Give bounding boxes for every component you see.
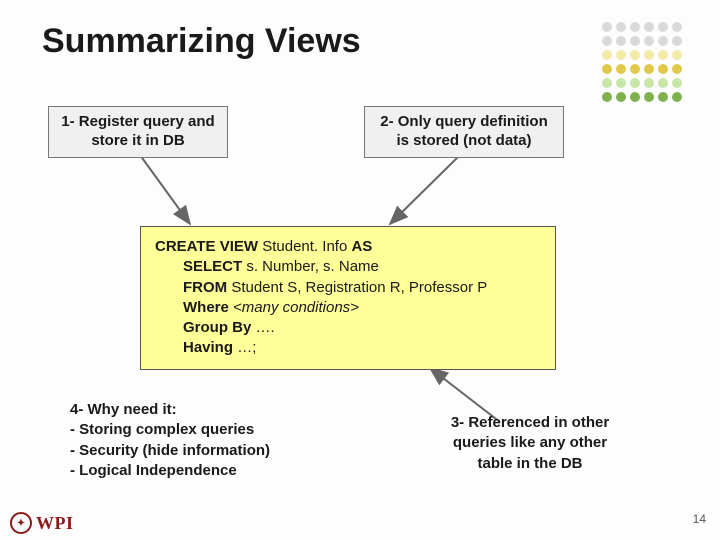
sql-keyword: AS (351, 238, 372, 255)
callout-4-line2: - Storing complex queries (70, 420, 270, 440)
callout-2: 2- Only query definition is stored (not … (364, 106, 564, 158)
callout-3: 3- Referenced in other queries like any … (430, 413, 630, 474)
sql-keyword: FROM (183, 279, 231, 296)
callout-2-line1: 2- Only query definition (375, 113, 553, 132)
wpi-seal-icon: ✦ (10, 512, 32, 534)
callout-4: 4- Why need it: - Storing complex querie… (70, 400, 270, 481)
slide-title: Summarizing Views (42, 22, 361, 61)
sql-text: …. (256, 319, 275, 336)
decorative-dot-grid (602, 22, 684, 104)
sql-text: s. Number, s. Name (246, 258, 379, 275)
sql-block: CREATE VIEW Student. Info AS SELECT s. N… (140, 226, 556, 370)
callout-3-line1: 3- Referenced in other (430, 413, 630, 433)
sql-keyword: CREATE VIEW (155, 238, 262, 255)
callout-1-line1: 1- Register query and (59, 113, 217, 132)
callout-1: 1- Register query and store it in DB (48, 106, 228, 158)
sql-text: <many conditions> (233, 299, 359, 316)
wpi-logo-text: WPI (36, 513, 74, 534)
sql-text: Student. Info (262, 238, 351, 255)
sql-keyword: Group By (183, 319, 256, 336)
callout-4-line3: - Security (hide information) (70, 441, 270, 461)
callout-4-line4: - Logical Independence (70, 461, 270, 481)
page-number: 14 (693, 512, 706, 526)
callout-3-line2: queries like any other (430, 433, 630, 453)
callout-4-line1: 4- Why need it: (70, 400, 270, 420)
sql-text: …; (237, 339, 256, 356)
sql-keyword: SELECT (183, 258, 246, 275)
sql-text: Student S, Registration R, Professor P (231, 279, 487, 296)
callout-3-line3: table in the DB (430, 454, 630, 474)
callout-1-line2: store it in DB (59, 132, 217, 151)
sql-keyword: Having (183, 339, 237, 356)
wpi-logo: ✦ WPI (10, 512, 74, 534)
callout-2-line2: is stored (not data) (375, 132, 553, 151)
sql-keyword: Where (183, 299, 233, 316)
